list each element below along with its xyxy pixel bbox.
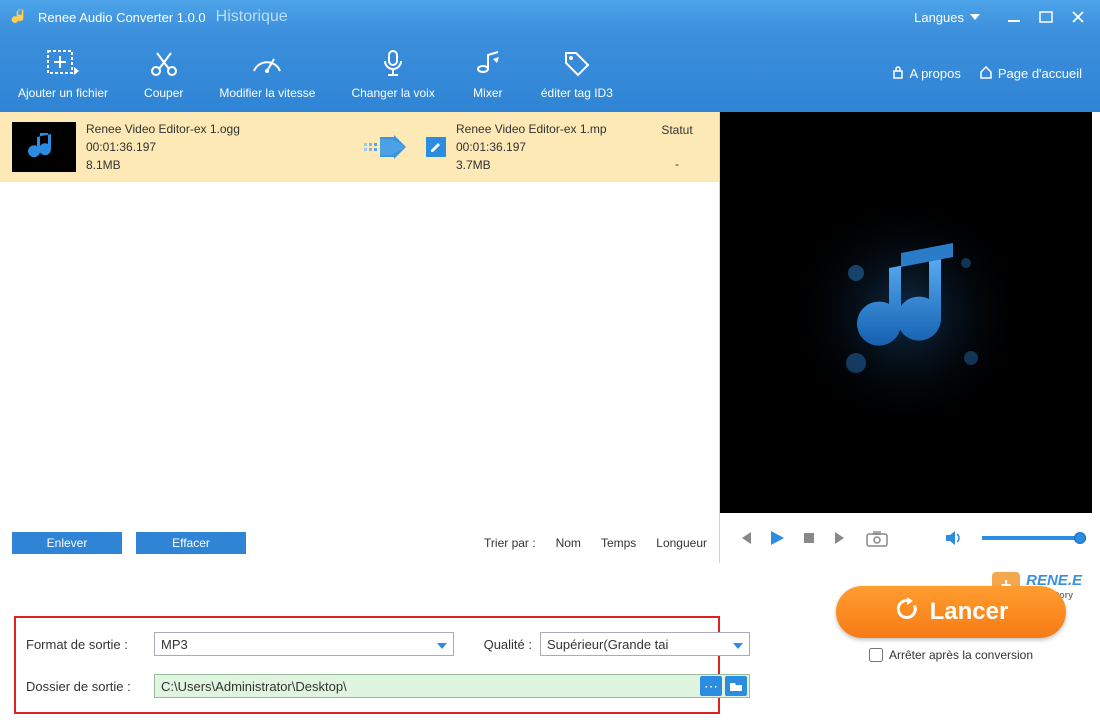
- lock-icon: [891, 65, 905, 82]
- list-actions: Enlever Effacer Trier par : Nom Temps Lo…: [0, 523, 719, 563]
- source-size: 8.1MB: [86, 156, 346, 174]
- folder-input[interactable]: C:\Users\Administrator\Desktop\ ⋯: [154, 674, 750, 698]
- open-folder-button[interactable]: [725, 676, 747, 696]
- minimize-button[interactable]: [1002, 7, 1026, 27]
- status-header: Statut: [647, 123, 707, 137]
- clear-button[interactable]: Effacer: [136, 532, 246, 554]
- chevron-down-icon: [733, 637, 743, 652]
- id3-button[interactable]: éditer tag ID3: [523, 46, 631, 100]
- scissors-icon: [147, 46, 181, 80]
- tool-label: Changer la voix: [351, 86, 434, 100]
- play-button[interactable]: [766, 527, 788, 549]
- arrow-icon: [356, 133, 416, 161]
- history-link[interactable]: Historique: [216, 8, 288, 26]
- snapshot-button[interactable]: [862, 527, 892, 549]
- refresh-icon: [894, 596, 920, 629]
- chevron-down-icon: [437, 637, 447, 652]
- app-title: Renee Audio Converter 1.0.0: [38, 10, 206, 25]
- mix-icon: [471, 46, 505, 80]
- tool-label: Modifier la vitesse: [219, 86, 315, 100]
- more-folder-button[interactable]: ⋯: [700, 676, 722, 696]
- source-info: Renee Video Editor-ex 1.ogg 00:01:36.197…: [86, 120, 346, 174]
- quality-select[interactable]: Supérieur(Grande tai: [540, 632, 750, 656]
- launch-label: Lancer: [930, 598, 1009, 626]
- home-icon: [979, 65, 993, 82]
- edit-output-icon[interactable]: [426, 137, 446, 157]
- cut-button[interactable]: Couper: [126, 46, 201, 100]
- format-select[interactable]: MP3: [154, 632, 454, 656]
- remove-button[interactable]: Enlever: [12, 532, 122, 554]
- sort-length[interactable]: Longueur: [656, 536, 707, 550]
- volume-slider[interactable]: [982, 536, 1086, 540]
- dest-name: Renee Video Editor-ex 1.mp: [456, 120, 637, 138]
- home-link[interactable]: Page d'accueil: [979, 65, 1082, 82]
- quality-value: Supérieur(Grande tai: [547, 637, 668, 652]
- app-logo-icon: [10, 7, 30, 27]
- mix-button[interactable]: Mixer: [453, 46, 523, 100]
- language-selector[interactable]: Langues: [914, 10, 980, 25]
- source-duration: 00:01:36.197: [86, 138, 346, 156]
- launch-button[interactable]: Lancer: [836, 586, 1066, 638]
- voice-button[interactable]: Changer la voix: [333, 46, 452, 100]
- sort-name[interactable]: Nom: [556, 536, 581, 550]
- stop-after-checkbox[interactable]: Arrêter après la conversion: [869, 648, 1033, 662]
- add-file-button[interactable]: Ajouter un fichier: [0, 46, 126, 100]
- quality-label: Qualité :: [462, 637, 532, 652]
- preview-video: [720, 112, 1092, 513]
- folder-label: Dossier de sortie :: [26, 679, 146, 694]
- stop-after-label: Arrêter après la conversion: [889, 648, 1033, 662]
- sort-time[interactable]: Temps: [601, 536, 636, 550]
- source-name: Renee Video Editor-ex 1.ogg: [86, 120, 346, 138]
- language-label: Langues: [914, 10, 964, 25]
- speed-button[interactable]: Modifier la vitesse: [201, 46, 333, 100]
- file-thumbnail: [12, 122, 76, 172]
- dest-duration: 00:01:36.197: [456, 138, 637, 156]
- status-value: -: [647, 157, 707, 171]
- tool-label: éditer tag ID3: [541, 86, 613, 100]
- microphone-icon: [376, 46, 410, 80]
- output-settings: Format de sortie : MP3 Qualité : Supérie…: [14, 616, 720, 714]
- prev-button[interactable]: [734, 527, 756, 549]
- tag-icon: [560, 46, 594, 80]
- titlebar: Renee Audio Converter 1.0.0 Historique L…: [0, 0, 1100, 34]
- playback-controls: [720, 513, 1100, 563]
- format-value: MP3: [161, 637, 188, 652]
- tool-label: Mixer: [473, 86, 502, 100]
- stop-after-input[interactable]: [869, 648, 883, 662]
- film-add-icon: [46, 46, 80, 80]
- gauge-icon: [250, 46, 284, 80]
- dest-info: Renee Video Editor-ex 1.mp 00:01:36.197 …: [456, 120, 637, 174]
- main-toolbar: Ajouter un fichier Couper Modifier la vi…: [0, 34, 1100, 112]
- format-label: Format de sortie :: [26, 637, 146, 652]
- tool-label: Couper: [144, 86, 183, 100]
- maximize-button[interactable]: [1034, 7, 1058, 27]
- about-link[interactable]: A propos: [891, 65, 961, 82]
- folder-value: C:\Users\Administrator\Desktop\: [161, 679, 347, 694]
- file-row[interactable]: Renee Video Editor-ex 1.ogg 00:01:36.197…: [0, 112, 719, 182]
- status-column: Statut -: [647, 123, 707, 171]
- file-list-panel: Renee Video Editor-ex 1.ogg 00:01:36.197…: [0, 112, 720, 563]
- next-button[interactable]: [830, 527, 852, 549]
- sort-label: Trier par :: [484, 536, 536, 550]
- tool-label: Ajouter un fichier: [18, 86, 108, 100]
- chevron-down-icon: [970, 14, 980, 20]
- dest-size: 3.7MB: [456, 156, 637, 174]
- stop-button[interactable]: [798, 527, 820, 549]
- volume-icon[interactable]: [942, 527, 964, 549]
- close-button[interactable]: [1066, 7, 1090, 27]
- preview-panel: [720, 112, 1100, 563]
